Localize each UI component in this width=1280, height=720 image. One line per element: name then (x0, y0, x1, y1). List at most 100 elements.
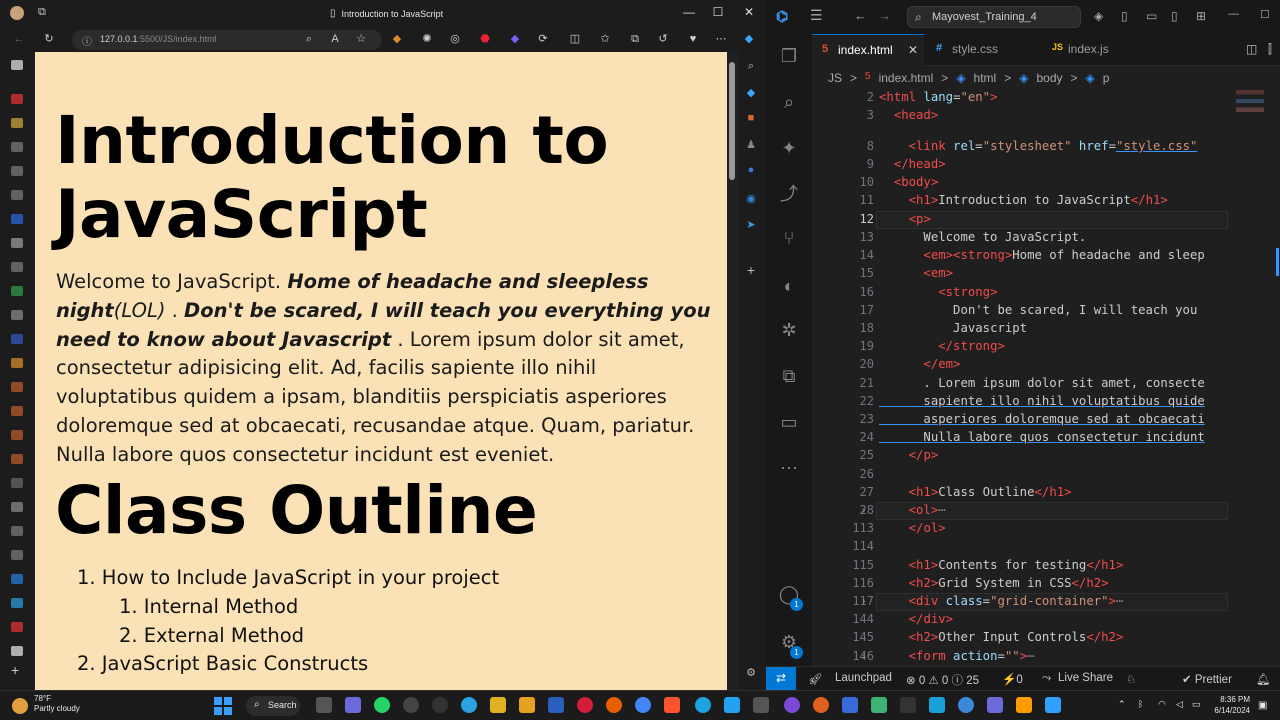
sidebar-tab-icon[interactable] (11, 382, 23, 392)
toggle-sidebar-icon[interactable]: ▯ (1121, 9, 1128, 23)
menu-hamburger-icon[interactable]: ☰ (810, 7, 823, 24)
sidebar-tab-icon[interactable] (11, 550, 23, 560)
toggle-panel-icon[interactable]: ▭ (1146, 9, 1157, 23)
split-screen-icon[interactable]: ◫ (568, 32, 582, 46)
liveshare-icon[interactable]: ⤳ (1042, 672, 1051, 685)
refresh-icon[interactable]: ↻ (42, 32, 56, 46)
outlook-icon[interactable]: ◉ (744, 192, 758, 206)
read-aloud-icon[interactable]: A (328, 32, 342, 46)
collections-icon[interactable]: ⧉ (628, 32, 642, 46)
search-icon[interactable]: ⌕ (744, 60, 758, 74)
sidebar-app-icon[interactable]: ● (744, 164, 758, 178)
extensions-icon[interactable]: ⧉ (777, 364, 801, 388)
app-icon[interactable] (842, 697, 858, 713)
copilot-icon[interactable]: ◆ (742, 32, 756, 46)
tab-index-js[interactable]: JS index.js (1042, 34, 1152, 66)
launchpad-button[interactable]: Launchpad (835, 672, 892, 684)
breadcrumb-item[interactable]: p (1103, 71, 1110, 88)
favorite-star-icon[interactable]: ☆ (354, 32, 368, 46)
source-control-icon[interactable]: ⑂ (777, 226, 801, 250)
sidebar-tab-icon[interactable] (11, 646, 23, 656)
nav-forward-icon[interactable]: → (878, 8, 891, 23)
open-preview-icon[interactable]: ◫ (1246, 42, 1257, 56)
opera-icon[interactable] (577, 697, 593, 713)
sidebar-tab-icon[interactable] (11, 478, 23, 488)
sidebar-tab-icon[interactable] (11, 334, 23, 344)
settings-gear-icon[interactable]: ⚙ (744, 666, 758, 680)
sidebar-tab-icon[interactable] (11, 238, 23, 248)
customize-layout-icon[interactable]: ⊞ (1196, 9, 1206, 23)
notifications-bell-icon[interactable]: 🔔︎ (1256, 672, 1271, 686)
wifi-icon[interactable]: ◠ (1158, 699, 1166, 710)
add-sidebar-app-icon[interactable]: + (744, 262, 758, 278)
run-debug-icon[interactable]: ◐ (777, 274, 801, 298)
fold-chevron-icon[interactable]: › (862, 651, 865, 662)
maximize-button[interactable]: ☐ (1260, 8, 1270, 21)
back-icon[interactable]: ← (12, 32, 26, 46)
folded-ellipsis[interactable]: ⋯ (938, 503, 945, 517)
profile-avatar[interactable] (10, 6, 24, 20)
breadcrumb-item[interactable]: index.html (879, 71, 934, 88)
sidebar-tab-icon[interactable] (11, 286, 23, 296)
chrome-icon[interactable] (635, 697, 651, 713)
sidebar-app-icon[interactable]: ■ (744, 112, 758, 126)
send-icon[interactable]: ➤ (744, 218, 758, 232)
sidebar-app-icon[interactable]: ♟ (744, 138, 758, 152)
task-view-icon[interactable] (316, 697, 332, 713)
notification-center-icon[interactable]: ▣ (1258, 700, 1267, 711)
sidebar-tab-icon[interactable] (11, 214, 23, 224)
system-clock[interactable]: 8:36 PM 6/14/2024 (1206, 694, 1250, 716)
explorer-icon[interactable]: ❐ (777, 44, 801, 68)
copilot-status-icon[interactable]: ♘ (1126, 672, 1136, 686)
tab-actions-icon[interactable] (11, 60, 23, 70)
sidebar-tab-icon[interactable] (11, 142, 23, 152)
remote-explorer-icon[interactable]: ⤴ (777, 182, 801, 206)
brave-icon[interactable] (664, 697, 680, 713)
app-icon[interactable] (871, 697, 887, 713)
nav-back-icon[interactable]: ← (854, 8, 867, 23)
toggle-secondary-sidebar-icon[interactable]: ▯ (1171, 9, 1178, 23)
volume-icon[interactable]: ◁ (1176, 699, 1183, 710)
sidebar-tab-icon[interactable] (11, 190, 23, 200)
telegram-icon[interactable] (461, 697, 477, 713)
breadcrumb-item[interactable]: body (1036, 71, 1062, 88)
close-tab-icon[interactable]: ✕ (908, 43, 918, 57)
vscode-taskbar-icon[interactable] (724, 697, 740, 713)
battery-icon[interactable]: ▭ (1192, 699, 1201, 710)
bluetooth-icon[interactable]: ᛒ (1138, 699, 1143, 709)
ports-indicator[interactable]: ⚡0 (1002, 672, 1023, 686)
firefox-icon[interactable] (606, 697, 622, 713)
code-editor[interactable]: 2 3 8 9 10 11 12 13 14 15 16 17 18 19 20… (812, 88, 1280, 666)
sidebar-tab-icon[interactable] (11, 358, 23, 368)
minimize-button[interactable]: — (674, 5, 704, 23)
sidebar-tab-icon[interactable] (11, 94, 23, 104)
new-tab-plus-icon[interactable]: + (11, 662, 19, 678)
remote-indicator-icon[interactable]: ⇄ (766, 667, 796, 691)
prettier-button[interactable]: ✔ Prettier (1182, 672, 1232, 686)
sidebar-tab-icon[interactable] (11, 502, 23, 512)
terminal-icon[interactable] (753, 697, 769, 713)
sidebar-tab-icon[interactable] (11, 622, 23, 632)
extension-icon[interactable]: ✺ (420, 32, 434, 46)
maximize-button[interactable]: ☐ (703, 5, 733, 23)
sidebar-tab-icon[interactable] (11, 406, 23, 416)
app-icon[interactable] (987, 697, 1003, 713)
split-editor-icon[interactable]: ⫿ (1268, 42, 1272, 57)
fold-chevron-icon[interactable]: › (862, 596, 865, 607)
more-views-icon[interactable]: ⋯ (777, 456, 801, 480)
search-icon[interactable]: ⌕ (777, 90, 801, 114)
folded-ellipsis[interactable]: ⋯ (1027, 649, 1034, 663)
minimap[interactable] (1232, 88, 1280, 666)
tray-overflow-icon[interactable]: ⌃ (1118, 699, 1126, 710)
health-icon[interactable]: ♥ (686, 32, 700, 46)
app-icon[interactable] (813, 697, 829, 713)
file-explorer-icon[interactable] (490, 697, 506, 713)
app-icon[interactable] (900, 697, 916, 713)
close-button[interactable]: ✕ (734, 5, 764, 23)
minimize-button[interactable]: — (1228, 8, 1239, 20)
extension-badge-icon[interactable]: ◆ (508, 32, 522, 46)
sidebar-tab-icon[interactable] (11, 526, 23, 536)
teams-icon[interactable] (345, 697, 361, 713)
liveshare-button[interactable]: Live Share (1058, 672, 1113, 684)
launchpad-rocket-icon[interactable]: 🚀︎ (808, 672, 823, 686)
